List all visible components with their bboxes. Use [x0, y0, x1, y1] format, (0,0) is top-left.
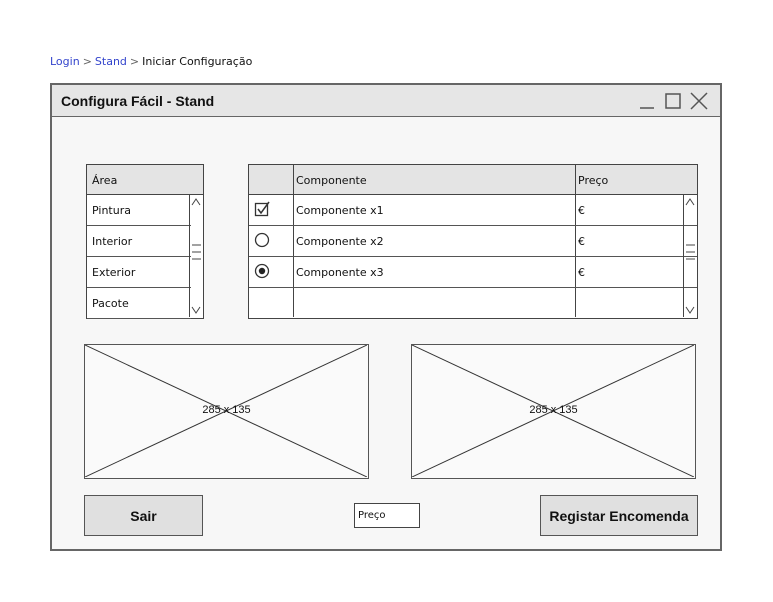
breadcrumb-current: Iniciar Configuração [142, 55, 253, 68]
area-list[interactable]: Área Pintura Interior Exterior Pacote [86, 164, 204, 319]
preco-field[interactable]: Preço [354, 503, 420, 528]
area-item-exterior[interactable]: Exterior [87, 257, 191, 288]
image-placeholder-label: 285 x 135 [529, 404, 578, 416]
component-price: € [578, 266, 585, 279]
component-name: Componente x2 [294, 226, 576, 256]
radio-checked-icon[interactable] [254, 263, 270, 279]
header-componente: Componente [294, 165, 576, 194]
breadcrumb-stand[interactable]: Stand [95, 55, 127, 68]
breadcrumb: Login > Stand > Iniciar Configuração [50, 55, 252, 68]
component-table-scrollbar[interactable] [683, 195, 697, 317]
table-row[interactable] [249, 288, 697, 317]
table-row[interactable]: Componente x2 € [249, 226, 697, 257]
image-placeholder-left: 285 x 135 [84, 344, 369, 479]
area-item-pacote[interactable]: Pacote [87, 288, 191, 319]
checkbox-checked-icon[interactable] [254, 201, 270, 217]
app-window: Configura Fácil - Stand Área Pintura Int… [50, 83, 722, 551]
component-price: € [578, 204, 585, 217]
component-name: Componente x1 [294, 195, 576, 225]
selector-cell[interactable] [249, 195, 294, 225]
registar-encomenda-button[interactable]: Registar Encomenda [540, 495, 698, 536]
image-placeholder-right: 285 x 135 [411, 344, 696, 479]
selector-cell[interactable] [249, 288, 294, 317]
component-price [576, 288, 683, 317]
area-list-header: Área [87, 165, 203, 195]
title-bar: Configura Fácil - Stand [52, 85, 720, 117]
breadcrumb-separator: > [129, 55, 140, 68]
window-controls [638, 89, 708, 113]
window-title: Configura Fácil - Stand [61, 93, 215, 109]
selector-cell[interactable] [249, 257, 294, 287]
radio-unchecked-icon[interactable] [254, 232, 270, 248]
header-select [249, 165, 294, 194]
component-table: Componente Preço Componente x1 € Compone… [248, 164, 698, 319]
minimize-icon[interactable] [638, 92, 656, 110]
area-list-scrollbar[interactable] [189, 195, 203, 317]
breadcrumb-login[interactable]: Login [50, 55, 80, 68]
component-price: € [578, 235, 585, 248]
table-header: Componente Preço [249, 165, 697, 195]
header-preco: Preço [578, 174, 609, 187]
area-item-pintura[interactable]: Pintura [87, 195, 191, 226]
table-row[interactable]: Componente x3 € [249, 257, 697, 288]
maximize-icon[interactable] [664, 92, 682, 110]
component-name [294, 288, 576, 317]
area-item-interior[interactable]: Interior [87, 226, 191, 257]
close-icon[interactable] [690, 92, 708, 110]
sair-button[interactable]: Sair [84, 495, 203, 536]
breadcrumb-separator: > [82, 55, 92, 68]
selector-cell[interactable] [249, 226, 294, 256]
table-row[interactable]: Componente x1 € [249, 195, 697, 226]
image-placeholder-label: 285 x 135 [202, 404, 251, 416]
component-name: Componente x3 [294, 257, 576, 287]
